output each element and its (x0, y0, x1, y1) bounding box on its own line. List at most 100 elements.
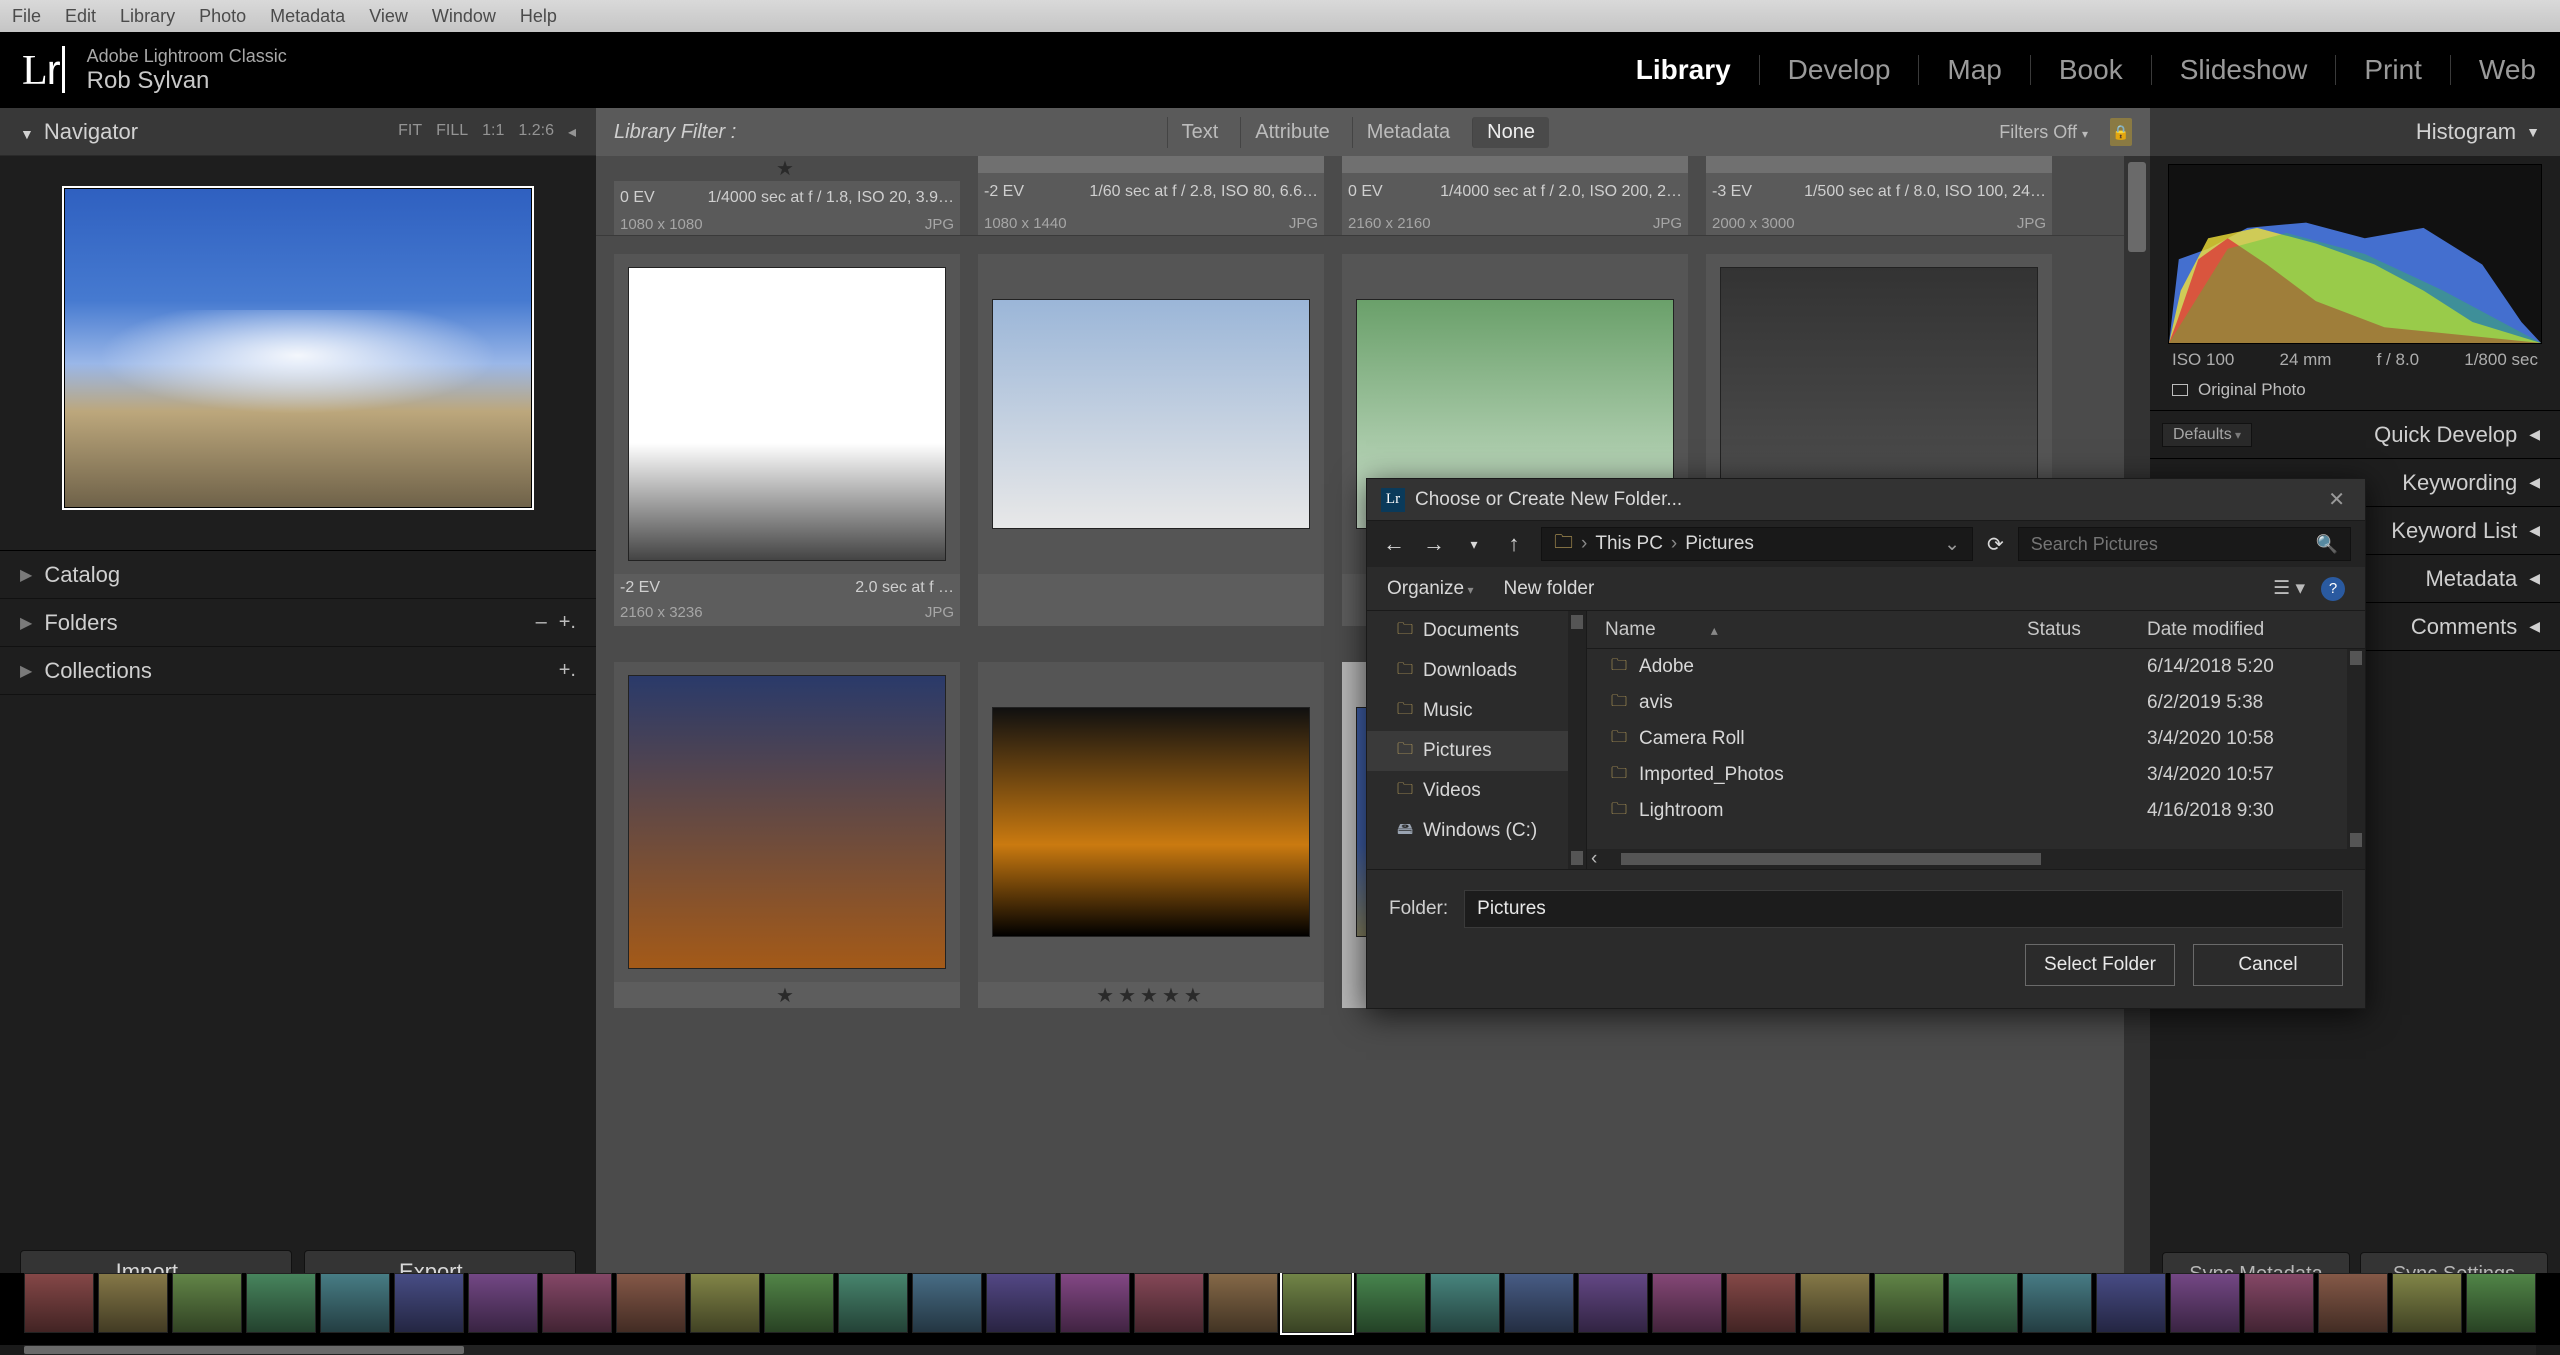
help-icon[interactable]: ? (2321, 577, 2345, 601)
menu-metadata[interactable]: Metadata (270, 6, 345, 27)
sort-asc-icon[interactable]: ▴ (1711, 622, 1718, 638)
filmstrip-thumb[interactable] (764, 1273, 834, 1333)
close-button[interactable]: ✕ (2322, 487, 2351, 512)
filmstrip-thumb[interactable] (24, 1273, 94, 1333)
search-field[interactable]: 🔍 (2018, 527, 2351, 561)
tree-item[interactable]: 🗀Videos (1367, 771, 1586, 811)
filmstrip-thumb[interactable] (2170, 1273, 2240, 1333)
filmstrip-thumb[interactable] (98, 1273, 168, 1333)
filmstrip-thumb[interactable] (986, 1273, 1056, 1333)
filmstrip-thumb[interactable] (542, 1273, 612, 1333)
module-web[interactable]: Web (2479, 54, 2536, 86)
filmstrip-thumb[interactable] (394, 1273, 464, 1333)
refresh-button[interactable]: ⟳ (1987, 532, 2004, 557)
filmstrip-thumb[interactable] (690, 1273, 760, 1333)
panel-folders[interactable]: ▶ Folders – +. (0, 599, 596, 647)
filmstrip-thumb[interactable] (1504, 1273, 1574, 1333)
breadcrumb-item[interactable]: This PC (1595, 533, 1663, 555)
filmstrip-thumb[interactable] (1874, 1273, 1944, 1333)
filmstrip-thumb[interactable] (1652, 1273, 1722, 1333)
filmstrip-thumb[interactable] (2466, 1273, 2536, 1333)
list-item[interactable]: 🗀Lightroom4/16/2018 9:30 (1587, 793, 2365, 829)
view-options-button[interactable]: ☰ ▾ (2273, 577, 2305, 600)
quick-develop-header[interactable]: Defaults Quick Develop◀ (2150, 411, 2560, 459)
module-print[interactable]: Print (2364, 54, 2422, 86)
list-horizontal-scrollbar[interactable]: ‹ (1587, 849, 2365, 869)
search-icon[interactable]: 🔍 (2316, 534, 2338, 555)
list-item[interactable]: 🗀Imported_Photos3/4/2020 10:57 (1587, 757, 2365, 793)
new-folder-button[interactable]: New folder (1503, 578, 1594, 600)
menu-help[interactable]: Help (520, 6, 557, 27)
tree-item[interactable]: 🗀Music (1367, 691, 1586, 731)
search-input[interactable] (2031, 534, 2306, 555)
nav-mode-fill[interactable]: FILL (436, 122, 468, 142)
panel-collections[interactable]: ▶ Collections +. (0, 647, 596, 695)
column-headers[interactable]: Name▴ Status Date modified (1587, 611, 2365, 649)
navigator-preview[interactable] (64, 188, 532, 508)
module-develop[interactable]: Develop (1788, 54, 1891, 86)
filmstrip-thumb[interactable] (912, 1273, 982, 1333)
menu-file[interactable]: File (12, 6, 41, 27)
module-library[interactable]: Library (1636, 54, 1731, 86)
filmstrip-thumb[interactable] (1948, 1273, 2018, 1333)
filmstrip-thumb[interactable] (838, 1273, 908, 1333)
list-item[interactable]: 🗀Adobe6/14/2018 5:20 (1587, 649, 2365, 685)
tree-item[interactable]: 🗀Documents (1367, 611, 1586, 651)
filmstrip-thumb[interactable] (2096, 1273, 2166, 1333)
histogram-header[interactable]: Histogram ▼ (2150, 108, 2560, 156)
filmstrip-thumb[interactable] (1356, 1273, 1426, 1333)
folders-minus-button[interactable]: – (536, 611, 547, 634)
filmstrip-thumb[interactable] (1060, 1273, 1130, 1333)
tree-scrollbar[interactable] (1568, 611, 1586, 869)
nav-up-button[interactable]: ↑ (1501, 531, 1527, 557)
tree-item[interactable]: 🖴Windows (C:) (1367, 811, 1586, 851)
cancel-button[interactable]: Cancel (2193, 944, 2343, 986)
nav-mode-1-1[interactable]: 1:1 (482, 122, 504, 142)
tree-item-selected[interactable]: 🗀Pictures (1367, 731, 1586, 771)
filmstrip-thumb[interactable] (1134, 1273, 1204, 1333)
module-book[interactable]: Book (2059, 54, 2123, 86)
panel-catalog[interactable]: ▶ Catalog (0, 551, 596, 599)
menu-window[interactable]: Window (432, 6, 496, 27)
list-item[interactable]: 🗀avis6/2/2019 5:38 (1587, 685, 2365, 721)
breadcrumb-item[interactable]: Pictures (1685, 533, 1754, 555)
filmstrip-thumb[interactable] (2244, 1273, 2314, 1333)
filmstrip-thumb[interactable] (2392, 1273, 2462, 1333)
menu-edit[interactable]: Edit (65, 6, 96, 27)
menu-library[interactable]: Library (120, 6, 175, 27)
filmstrip-thumb[interactable] (468, 1273, 538, 1333)
module-slideshow[interactable]: Slideshow (2180, 54, 2308, 86)
filmstrip-thumb[interactable] (1578, 1273, 1648, 1333)
filmstrip-thumb[interactable] (1208, 1273, 1278, 1333)
menu-photo[interactable]: Photo (199, 6, 246, 27)
folder-name-input[interactable] (1464, 890, 2343, 928)
filmstrip-thumb[interactable] (1282, 1273, 1352, 1333)
navigator-header[interactable]: ▼Navigator FIT FILL 1:1 1.2:6 ◂ (0, 108, 596, 156)
filmstrip-thumb[interactable] (320, 1273, 390, 1333)
nav-recent-button[interactable]: ▾ (1461, 536, 1487, 553)
nav-mode-chevron-icon[interactable]: ◂ (568, 122, 576, 142)
histogram-graph[interactable] (2168, 164, 2542, 344)
quick-develop-preset-dropdown[interactable]: Defaults (2162, 423, 2252, 447)
filmstrip-thumb[interactable] (1726, 1273, 1796, 1333)
nav-forward-button[interactable]: → (1421, 531, 1447, 557)
breadcrumb[interactable]: 🗀 › This PC › Pictures ⌄ (1541, 527, 1973, 561)
filmstrip-thumb[interactable] (616, 1273, 686, 1333)
nav-mode-zoom[interactable]: 1.2:6 (518, 122, 554, 142)
select-folder-button[interactable]: Select Folder (2025, 944, 2175, 986)
menu-view[interactable]: View (369, 6, 408, 27)
list-item[interactable]: 🗀Camera Roll3/4/2020 10:58 (1587, 721, 2365, 757)
filmstrip-scrollbar[interactable] (24, 1345, 2536, 1355)
folders-plus-button[interactable]: +. (559, 611, 576, 634)
filmstrip-thumb[interactable] (246, 1273, 316, 1333)
filmstrip[interactable] (0, 1273, 2560, 1345)
chevron-down-icon[interactable]: ⌄ (1944, 533, 1960, 556)
filmstrip-thumb[interactable] (172, 1273, 242, 1333)
filmstrip-thumb[interactable] (2318, 1273, 2388, 1333)
nav-back-button[interactable]: ← (1381, 531, 1407, 557)
collections-plus-button[interactable]: +. (559, 659, 576, 682)
module-map[interactable]: Map (1947, 54, 2001, 86)
nav-mode-fit[interactable]: FIT (398, 122, 422, 142)
list-vertical-scrollbar[interactable] (2347, 649, 2365, 849)
tree-item[interactable]: 🗀Downloads (1367, 651, 1586, 691)
